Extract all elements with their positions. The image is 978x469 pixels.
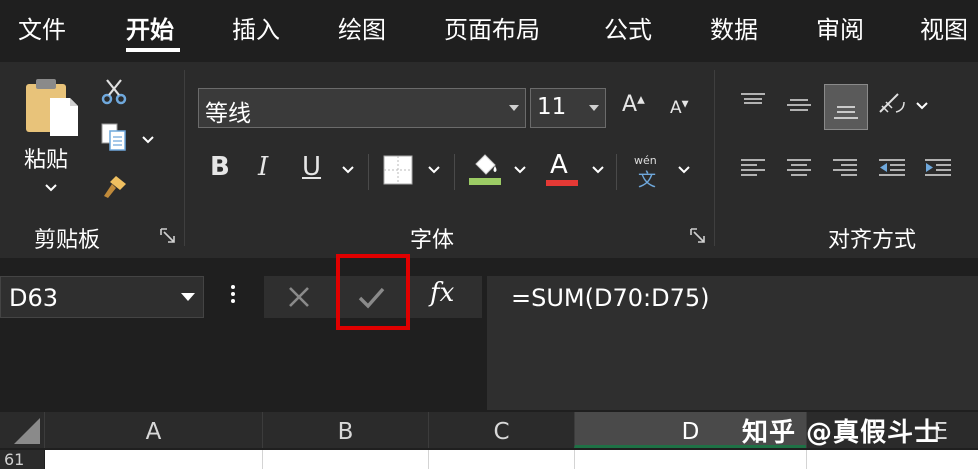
chevron-down-icon xyxy=(509,105,519,111)
cell-gridline xyxy=(574,450,575,469)
format-painter-icon[interactable] xyxy=(100,174,128,200)
orientation-icon[interactable] xyxy=(876,90,908,120)
chevron-down-icon[interactable] xyxy=(916,102,928,110)
font-group-label: 字体 xyxy=(410,228,455,253)
chevron-down-icon[interactable] xyxy=(592,166,604,174)
tab-page-layout[interactable]: 页面布局 xyxy=(444,10,540,45)
cancel-icon[interactable] xyxy=(284,282,314,312)
chevron-down-icon[interactable] xyxy=(678,166,690,174)
align-middle-icon[interactable] xyxy=(786,96,812,116)
tab-data[interactable]: 数据 xyxy=(710,10,758,45)
scissors-icon[interactable] xyxy=(100,78,128,106)
select-all-button[interactable] xyxy=(0,412,44,448)
chevron-down-icon[interactable] xyxy=(342,166,354,174)
align-top-icon[interactable] xyxy=(740,92,766,112)
increase-indent-icon[interactable] xyxy=(924,158,952,180)
fill-color-icon[interactable] xyxy=(468,150,502,186)
insert-function-button[interactable]: fx xyxy=(430,278,454,308)
cell-gridline xyxy=(806,450,807,469)
ribbon-tabs: 文件 开始 插入 绘图 页面布局 公式 数据 审阅 视图 xyxy=(0,0,978,62)
chevron-down-icon xyxy=(589,105,599,111)
alignment-group-label: 对齐方式 xyxy=(828,228,917,253)
tab-review[interactable]: 审阅 xyxy=(816,10,864,45)
ribbon: 粘贴 剪贴板 等线 11 A▲ A▼ B I U A wén 文 字体 对齐方式 xyxy=(0,62,978,258)
decrease-indent-icon[interactable] xyxy=(878,158,906,180)
group-divider xyxy=(184,70,185,246)
cell-gridline xyxy=(262,450,263,469)
underline-button[interactable]: U xyxy=(302,152,321,182)
column-header-a[interactable]: A xyxy=(44,412,262,448)
tab-view[interactable]: 视图 xyxy=(920,10,968,45)
font-name-select[interactable]: 等线 xyxy=(198,88,526,128)
font-color-label: A xyxy=(550,150,568,180)
align-left-icon[interactable] xyxy=(740,158,766,180)
tab-formulas[interactable]: 公式 xyxy=(604,10,652,45)
worksheet-grid: A B C D E 61 知乎 @真假斗士 xyxy=(0,412,978,469)
divider xyxy=(454,154,455,190)
bold-button[interactable]: B xyxy=(210,152,230,182)
cell-gridline xyxy=(428,450,429,469)
column-header-b[interactable]: B xyxy=(262,412,428,448)
font-size-value: 11 xyxy=(537,94,567,120)
decrease-font-label: A xyxy=(670,98,682,118)
divider xyxy=(616,154,617,190)
borders-icon[interactable] xyxy=(383,155,413,185)
italic-button[interactable]: I xyxy=(258,152,268,182)
decrease-font-size-button[interactable]: A▼ xyxy=(670,98,689,118)
clipboard-group-label: 剪贴板 xyxy=(34,228,101,253)
chevron-down-icon xyxy=(181,293,195,301)
formula-text: =SUM(D70:D75) xyxy=(511,284,710,312)
phonetic-guide-button[interactable]: wén 文 xyxy=(632,154,666,191)
increase-font-size-button[interactable]: A▲ xyxy=(622,92,645,117)
divider xyxy=(368,154,369,190)
row-header-61[interactable]: 61 xyxy=(0,450,44,469)
name-box[interactable]: D63 xyxy=(0,276,204,318)
dialog-launcher-icon[interactable] xyxy=(690,228,706,244)
align-bottom-button[interactable] xyxy=(824,84,868,130)
clipboard-icon xyxy=(26,79,78,136)
tab-insert[interactable]: 插入 xyxy=(232,10,280,45)
font-size-select[interactable]: 11 xyxy=(530,88,606,128)
font-color-swatch xyxy=(546,180,578,186)
active-tab-indicator xyxy=(126,48,180,52)
tab-file[interactable]: 文件 xyxy=(18,10,66,45)
increase-font-label: A xyxy=(622,92,638,117)
paste-button[interactable]: 粘贴 xyxy=(18,76,84,196)
paste-label: 粘贴 xyxy=(24,148,69,173)
select-all-triangle-icon xyxy=(14,418,40,444)
formula-bar: D63 fx =SUM(D70:D75) xyxy=(0,254,978,412)
name-box-value: D63 xyxy=(9,284,59,312)
align-center-icon[interactable] xyxy=(786,158,812,180)
align-bottom-icon xyxy=(834,106,858,119)
phonetic-bottom: 文 xyxy=(638,170,656,191)
chevron-down-icon xyxy=(45,184,57,192)
more-options-icon[interactable] xyxy=(228,282,238,312)
row-61-cells[interactable] xyxy=(45,450,978,469)
font-name-value: 等线 xyxy=(205,101,251,127)
formula-input[interactable]: =SUM(D70:D75) xyxy=(487,276,978,410)
enter-button-highlight xyxy=(336,254,410,330)
column-header-c[interactable]: C xyxy=(428,412,574,448)
tab-draw[interactable]: 绘图 xyxy=(338,10,386,45)
tab-home[interactable]: 开始 xyxy=(126,10,174,45)
chevron-down-icon[interactable] xyxy=(142,136,154,144)
watermark: 知乎 @真假斗士 xyxy=(742,418,942,448)
dialog-launcher-icon[interactable] xyxy=(160,228,176,244)
chevron-down-icon[interactable] xyxy=(428,166,440,174)
copy-icon[interactable] xyxy=(100,122,128,152)
chevron-down-icon[interactable] xyxy=(514,166,526,174)
group-divider xyxy=(714,70,715,246)
font-color-button[interactable]: A xyxy=(546,150,578,186)
align-right-icon[interactable] xyxy=(832,158,858,180)
